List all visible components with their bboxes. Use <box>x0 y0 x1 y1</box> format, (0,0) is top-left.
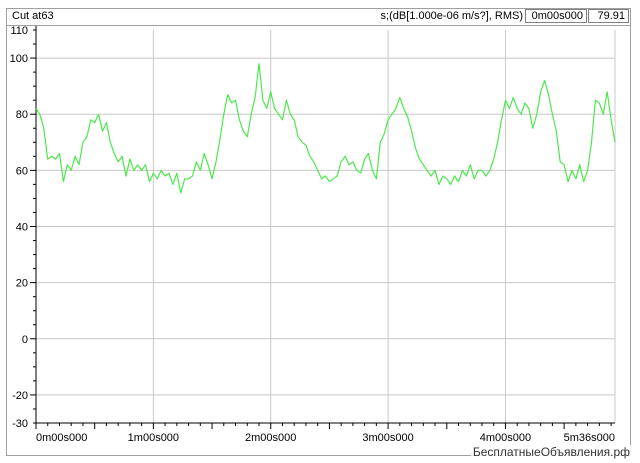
x-tick-label: 3m00s000 <box>362 432 413 444</box>
y-tick-label: 100 <box>10 53 28 65</box>
y-tick-label: 40 <box>16 222 28 234</box>
y-tick-label: 60 <box>16 165 28 177</box>
y-tick-label: 0 <box>22 334 28 346</box>
x-tick-label: 1m00s000 <box>128 432 179 444</box>
plot-area[interactable]: 110 100 80 60 40 20 0 -20 -30 0m00s000 1m00s000 2m0… <box>0 0 640 463</box>
x-tick-label: 5m36s000 <box>564 432 615 444</box>
y-tick-label: 80 <box>16 109 28 121</box>
series-layer <box>35 63 616 194</box>
watermark: БесплатныеОбъявления.рф <box>470 445 632 459</box>
y-tick-label: 20 <box>16 278 28 290</box>
y-tick-label: -20 <box>12 390 28 402</box>
x-tick-label: 2m00s000 <box>245 432 296 444</box>
axis-layer: 110 100 80 60 40 20 0 -20 -30 0m00s000 1m00s000 2m0… <box>10 25 615 444</box>
x-tick-label: 0m00s000 <box>36 432 87 444</box>
grid-layer <box>36 30 616 423</box>
y-tick-label: 110 <box>10 25 28 37</box>
x-tick-label: 4m00s000 <box>480 432 531 444</box>
y-tick-label: -30 <box>12 418 28 430</box>
series-line <box>35 63 616 194</box>
